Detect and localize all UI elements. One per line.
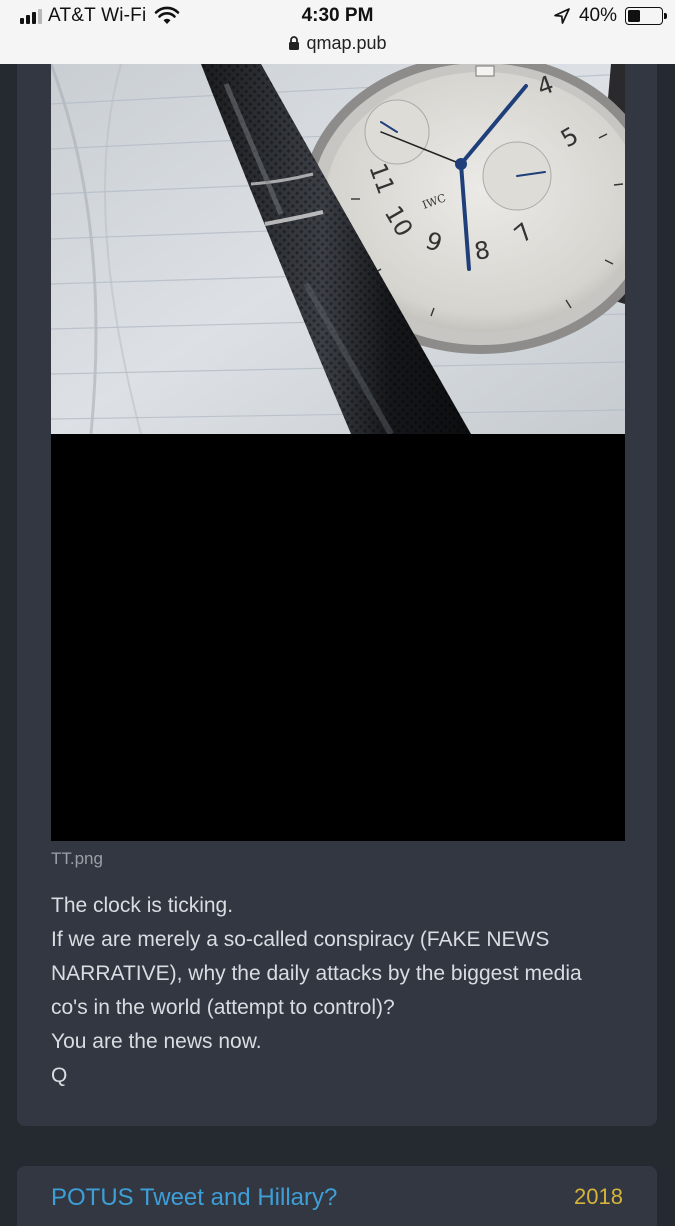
address-bar[interactable]: qmap.pub: [0, 33, 675, 54]
battery-percent: 40%: [578, 5, 617, 26]
image-filename[interactable]: TT.png: [51, 849, 103, 869]
location-arrow-icon: [554, 8, 570, 24]
post-card: 4 5 7 8 9 10 11 IWC TT.png The clock is …: [17, 64, 657, 1126]
next-post-card: POTUS Tweet and Hillary? 2018: [17, 1166, 657, 1226]
status-bar: AT&T Wi-Fi 4:30 PM qmap.pub 40%: [0, 0, 675, 64]
post-image[interactable]: 4 5 7 8 9 10 11 IWC: [51, 64, 625, 434]
post-line: The clock is ticking.: [51, 894, 234, 917]
post-signature: Q: [51, 1064, 68, 1087]
post-body: The clock is ticking. If we are merely a…: [51, 889, 641, 1093]
battery-icon: [625, 7, 667, 25]
url-text: qmap.pub: [306, 33, 387, 53]
image-black-area: [51, 434, 625, 841]
post-line: If we are merely a so-called conspiracy …: [51, 928, 550, 951]
post-line: co's in the world (attempt to control)?: [51, 996, 395, 1019]
next-post-date: 2018: [574, 1184, 623, 1209]
post-line: NARRATIVE), why the daily attacks by the…: [51, 962, 582, 985]
post-line: You are the news now.: [51, 1030, 262, 1053]
next-post-title-link[interactable]: POTUS Tweet and Hillary?: [51, 1184, 337, 1212]
lock-icon: [289, 36, 300, 50]
